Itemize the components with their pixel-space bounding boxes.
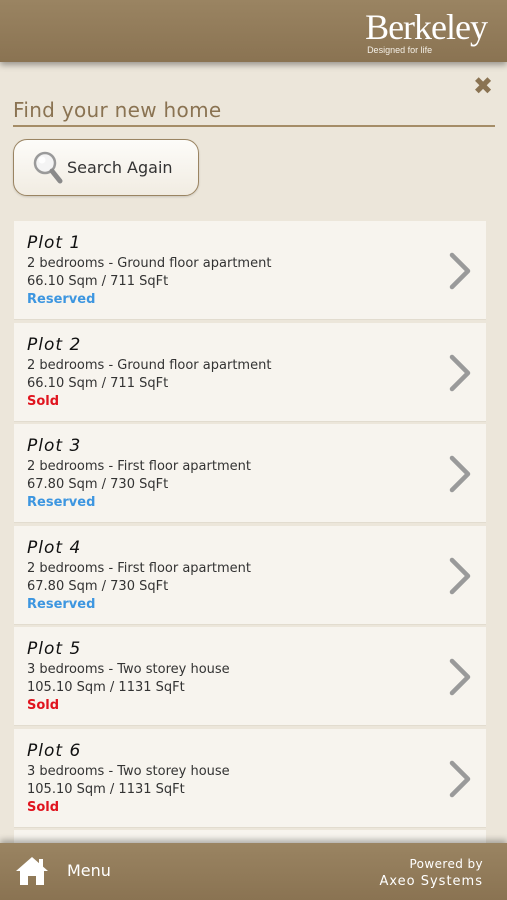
plot-description: 3 bedrooms - Two storey house bbox=[27, 763, 230, 779]
plot-size: 66.10 Sqm / 711 SqFt bbox=[27, 375, 169, 391]
logo-wordmark: Berkeley bbox=[365, 7, 488, 47]
chevron-right-icon bbox=[449, 760, 471, 797]
plot-status: Reserved bbox=[27, 495, 96, 510]
plot-title: Plot 4 bbox=[27, 537, 82, 558]
chevron-right-icon bbox=[449, 455, 471, 493]
plot-title: Plot 5 bbox=[27, 639, 82, 659]
berkeley-logo: Berkeley Designed for life bbox=[365, 7, 488, 55]
plot-description: 3 bedrooms - Two storey house bbox=[27, 662, 230, 677]
plot-row[interactable]: Plot 4 2 bedrooms - First floor apartmen… bbox=[14, 525, 486, 625]
plot-title: Plot 2 bbox=[27, 334, 82, 355]
plot-title: Plot 3 bbox=[27, 436, 82, 456]
plot-size: 105.10 Sqm / 1131 SqFt bbox=[27, 781, 185, 797]
plot-row[interactable]: Plot 5 3 bedrooms - Two storey house 105… bbox=[14, 627, 486, 726]
plot-description: 2 bedrooms - First floor apartment bbox=[27, 459, 251, 474]
plot-status: Sold bbox=[27, 698, 60, 713]
plot-row-partial[interactable] bbox=[14, 830, 486, 843]
plot-size: 105.10 Sqm / 1131 SqFt bbox=[27, 680, 185, 695]
menu-button[interactable]: Menu bbox=[67, 861, 111, 880]
page-title: Find your new home bbox=[13, 98, 495, 127]
chevron-right-icon bbox=[449, 658, 471, 696]
powered-by[interactable]: Powered by Axeo Systems bbox=[379, 856, 483, 890]
powered-by-brand: Axeo Systems bbox=[379, 874, 483, 889]
plot-status: Reserved bbox=[27, 292, 96, 307]
plot-description: 2 bedrooms - First floor apartment bbox=[27, 560, 251, 576]
close-icon[interactable]: ✖ bbox=[471, 74, 495, 98]
magnifier-icon bbox=[33, 151, 63, 184]
plot-description: 2 bedrooms - Ground floor apartment bbox=[27, 256, 272, 271]
plot-row[interactable]: Plot 2 2 bedrooms - Ground floor apartme… bbox=[14, 322, 486, 422]
chevron-right-icon bbox=[449, 354, 471, 391]
search-again-button[interactable]: Search Again bbox=[13, 139, 199, 196]
plot-title: Plot 6 bbox=[27, 740, 82, 761]
top-bar: Berkeley Designed for life bbox=[0, 0, 507, 62]
search-again-label: Search Again bbox=[67, 158, 173, 177]
plot-size: 66.10 Sqm / 711 SqFt bbox=[27, 274, 169, 289]
plot-description: 2 bedrooms - Ground floor apartment bbox=[27, 357, 272, 373]
chevron-right-icon bbox=[449, 557, 471, 594]
plot-size: 67.80 Sqm / 730 SqFt bbox=[27, 578, 169, 594]
bottom-bar: Menu Powered by Axeo Systems bbox=[0, 843, 507, 900]
home-icon[interactable] bbox=[14, 855, 50, 887]
plot-row[interactable]: Plot 1 2 bedrooms - Ground floor apartme… bbox=[14, 221, 486, 320]
plot-size: 67.80 Sqm / 730 SqFt bbox=[27, 477, 169, 492]
plot-row[interactable]: Plot 3 2 bedrooms - First floor apartmen… bbox=[14, 424, 486, 523]
plot-title: Plot 1 bbox=[27, 233, 82, 253]
plot-status: Sold bbox=[27, 799, 60, 815]
powered-by-label: Powered by bbox=[409, 857, 483, 871]
chevron-right-icon bbox=[449, 252, 471, 290]
plot-status: Reserved bbox=[27, 596, 96, 612]
plot-status: Sold bbox=[27, 393, 60, 409]
plot-row[interactable]: Plot 6 3 bedrooms - Two storey house 105… bbox=[14, 728, 486, 828]
plot-list: Plot 1 2 bedrooms - Ground floor apartme… bbox=[14, 221, 486, 843]
